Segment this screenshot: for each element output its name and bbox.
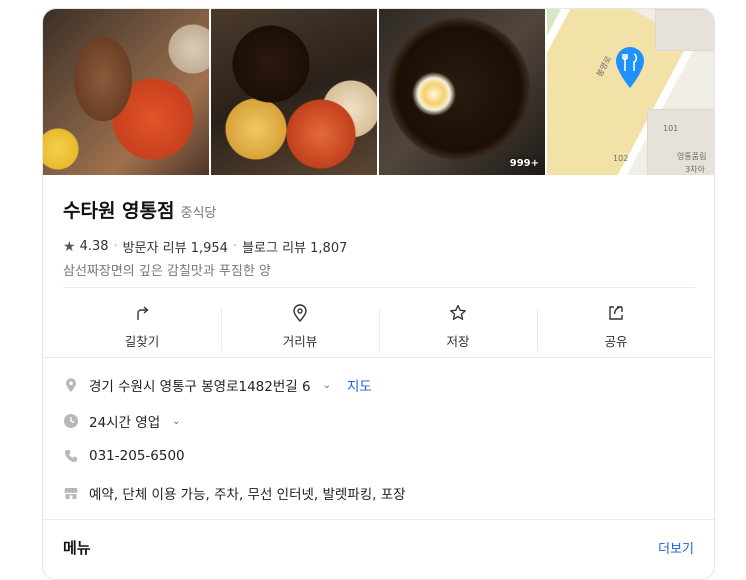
directions-label: 길찾기 (124, 334, 160, 349)
share-label: 공유 (604, 334, 628, 349)
divider (63, 287, 695, 288)
address-text[interactable]: 경기 수원시 영통구 봉영로1482번길 6 (89, 375, 311, 395)
review-stats: ★ 4.38 · 방문자 리뷰 1,954 · 블로그 리뷰 1,807 (63, 237, 347, 257)
title-row: 수타원 영통점 중식당 (63, 196, 216, 223)
place-card: 999+ 봉영로 101 102 영통품림 3차아 수타원 영통점 중식당 ★ … (42, 8, 715, 580)
map-label: 영통품림 (677, 152, 707, 161)
clock-icon (64, 414, 78, 428)
hours-text[interactable]: 24시간 영업 (89, 411, 160, 431)
location-pin-icon (66, 378, 76, 392)
map-thumbnail[interactable]: 봉영로 101 102 영통품림 3차아 (547, 9, 714, 175)
map-label: 102 (613, 154, 629, 163)
phone-row: 031-205-6500 (63, 448, 185, 464)
menu-more-link[interactable]: 더보기 (658, 538, 694, 557)
save-label: 저장 (446, 334, 470, 349)
amenities-text: 예약, 단체 이용 가능, 주차, 무선 인터넷, 발렛파킹, 포장 (89, 487, 406, 503)
map-block (655, 9, 714, 51)
amenities-row: 예약, 단체 이용 가능, 주차, 무선 인터넷, 발렛파킹, 포장 (63, 483, 406, 503)
action-bar: 길찾기 거리뷰 저장 공유 (63, 303, 695, 357)
visitor-reviews-link[interactable]: 방문자 리뷰 1,954 (123, 237, 228, 256)
blog-reviews-link[interactable]: 블로그 리뷰 1,807 (242, 237, 347, 256)
separator-dot: · (232, 239, 238, 254)
hours-row[interactable]: 24시간 영업 ⌄ (63, 411, 181, 431)
rating-star-icon: ★ (63, 238, 76, 255)
food-photo-3[interactable]: 999+ (379, 9, 545, 175)
separator-dot: · (113, 239, 118, 254)
photo-count-badge: 999+ (509, 158, 539, 169)
street-view-icon (293, 304, 307, 323)
street-view-button[interactable]: 거리뷰 (221, 303, 379, 357)
place-description: 삼선짜장면의 깊은 감칠맛과 푸짐한 양 (63, 264, 271, 279)
chevron-down-icon[interactable]: ⌄ (172, 416, 180, 427)
divider (43, 357, 714, 358)
restaurant-pin-icon (616, 47, 644, 88)
street-view-label: 거리뷰 (282, 334, 318, 349)
rating-value: 4.38 (79, 239, 109, 254)
directions-button[interactable]: 길찾기 (63, 303, 221, 357)
chevron-down-icon[interactable]: ⌄ (323, 380, 331, 391)
map-link[interactable]: 지도 (347, 375, 372, 395)
divider (43, 519, 714, 520)
place-category: 중식당 (180, 206, 217, 221)
share-button[interactable]: 공유 (537, 303, 695, 357)
save-button[interactable]: 저장 (379, 303, 537, 357)
store-icon (64, 488, 78, 499)
phone-icon (65, 450, 77, 462)
food-photo-2[interactable] (211, 9, 377, 175)
address-row: 경기 수원시 영통구 봉영로1482번길 6 ⌄ 지도 (63, 375, 372, 395)
map-label: 101 (663, 124, 679, 133)
share-icon (609, 306, 623, 320)
menu-heading: 메뉴 (63, 539, 91, 557)
phone-number[interactable]: 031-205-6500 (89, 448, 185, 464)
directions-icon (137, 306, 149, 320)
place-name[interactable]: 수타원 영통점 (63, 196, 175, 223)
star-icon (450, 304, 466, 320)
photo-strip: 999+ 봉영로 101 102 영통품림 3차아 (43, 9, 714, 175)
food-photo-1[interactable] (43, 9, 209, 175)
map-label: 3차아 (685, 165, 705, 174)
